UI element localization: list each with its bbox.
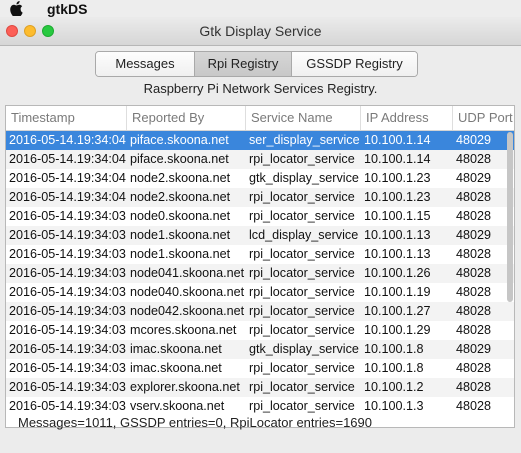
cell-reported-by: node1.skoona.net <box>130 228 231 242</box>
table-row[interactable]: 2016-05-14.19:34:03 node040.skoona.net rpi… <box>6 283 514 302</box>
cell-timestamp: 2016-05-14.19:34:03 <box>9 399 126 413</box>
cell-reported-by: node2.skoona.net <box>130 171 231 185</box>
cell-timestamp: 2016-05-14.19:34:04 <box>9 171 126 185</box>
table-row[interactable]: 2016-05-14.19:34:03 mcores.skoona.net rpi_… <box>6 321 514 340</box>
column-header-timestamp[interactable]: Timestamp <box>6 106 126 130</box>
apple-logo-icon[interactable] <box>9 1 23 16</box>
registry-table: Timestamp Reported By Service Name IP Ad… <box>5 105 515 428</box>
table-row[interactable]: 2016-05-14.19:34:04 node2.skoona.net gtk_d… <box>6 169 514 188</box>
cell-timestamp: 2016-05-14.19:34:03 <box>9 228 126 242</box>
cell-reported-by: imac.skoona.net <box>130 342 222 356</box>
tab-gssdp-registry[interactable]: GSSDP Registry <box>291 52 417 76</box>
cell-ip-address: 10.100.1.13 <box>364 247 431 261</box>
cell-reported-by: node042.skoona.net <box>130 304 245 318</box>
cell-timestamp: 2016-05-14.19:34:04 <box>9 133 126 147</box>
cell-service-name: rpi_locator_service <box>249 399 355 413</box>
cell-ip-address: 10.100.1.14 <box>364 152 431 166</box>
table-header: Timestamp Reported By Service Name IP Ad… <box>6 106 514 131</box>
cell-timestamp: 2016-05-14.19:34:03 <box>9 304 126 318</box>
cell-timestamp: 2016-05-14.19:34:03 <box>9 342 126 356</box>
table-row[interactable]: 2016-05-14.19:34:04 node2.skoona.net rpi_l… <box>6 188 514 207</box>
os-menu-bar: gtkDS <box>0 0 521 17</box>
cell-timestamp: 2016-05-14.19:34:04 <box>9 152 126 166</box>
cell-service-name: gtk_display_service <box>249 342 359 356</box>
cell-timestamp: 2016-05-14.19:34:03 <box>9 266 126 280</box>
cell-reported-by: piface.skoona.net <box>130 152 229 166</box>
cell-service-name: rpi_locator_service <box>249 152 355 166</box>
cell-reported-by: node2.skoona.net <box>130 190 231 204</box>
cell-timestamp: 2016-05-14.19:34:03 <box>9 323 126 337</box>
table-row[interactable]: 2016-05-14.19:34:03 node042.skoona.net rpi… <box>6 302 514 321</box>
app-name-menu[interactable]: gtkDS <box>47 1 87 17</box>
view-tabs: Messages Rpi Registry GSSDP Registry <box>95 51 418 77</box>
cell-ip-address: 10.100.1.13 <box>364 228 431 242</box>
cell-reported-by: node041.skoona.net <box>130 266 245 280</box>
cell-service-name: rpi_locator_service <box>249 247 355 261</box>
cell-reported-by: imac.skoona.net <box>130 361 222 375</box>
cell-timestamp: 2016-05-14.19:34:03 <box>9 209 126 223</box>
cell-reported-by: vserv.skoona.net <box>130 399 225 413</box>
cell-ip-address: 10.100.1.27 <box>364 304 431 318</box>
cell-timestamp: 2016-05-14.19:34:03 <box>9 285 126 299</box>
cell-ip-address: 10.100.1.19 <box>364 285 431 299</box>
cell-timestamp: 2016-05-14.19:34:03 <box>9 380 126 394</box>
cell-reported-by: node1.skoona.net <box>130 247 231 261</box>
vertical-scrollbar[interactable] <box>506 106 514 427</box>
cell-ip-address: 10.100.1.2 <box>364 380 424 394</box>
cell-ip-address: 10.100.1.23 <box>364 171 431 185</box>
table-row[interactable]: 2016-05-14.19:34:04 piface.skoona.net rpi_… <box>6 150 514 169</box>
column-header-service-name[interactable]: Service Name <box>245 106 360 130</box>
cell-ip-address: 10.100.1.8 <box>364 342 424 356</box>
cell-reported-by: explorer.skoona.net <box>130 380 240 394</box>
cell-service-name: rpi_locator_service <box>249 285 355 299</box>
cell-service-name: ser_display_service <box>249 133 360 147</box>
cell-ip-address: 10.100.1.14 <box>364 133 431 147</box>
cell-reported-by: node040.skoona.net <box>130 285 245 299</box>
window-titlebar[interactable]: Gtk Display Service <box>0 17 521 46</box>
cell-timestamp: 2016-05-14.19:34:03 <box>9 361 126 375</box>
cell-service-name: rpi_locator_service <box>249 323 355 337</box>
cell-reported-by: piface.skoona.net <box>130 133 229 147</box>
cell-service-name: lcd_display_service <box>249 228 359 242</box>
table-row[interactable]: 2016-05-14.19:34:03 explorer.skoona.net rp… <box>6 378 514 397</box>
column-header-reported-by[interactable]: Reported By <box>126 106 245 130</box>
cell-service-name: gtk_display_service <box>249 171 359 185</box>
cell-timestamp: 2016-05-14.19:34:03 <box>9 247 126 261</box>
table-row[interactable]: 2016-05-14.19:34:03 imac.skoona.net rpi_lo… <box>6 359 514 378</box>
table-row[interactable]: 2016-05-14.19:34:03 vserv.skoona.net rpi_l… <box>6 397 514 416</box>
tab-messages[interactable]: Messages <box>96 52 194 76</box>
tab-rpi-registry[interactable]: Rpi Registry <box>194 52 291 76</box>
cell-timestamp: 2016-05-14.19:34:04 <box>9 190 126 204</box>
cell-service-name: rpi_locator_service <box>249 190 355 204</box>
table-row[interactable]: 2016-05-14.19:34:03 imac.skoona.net gtk_di… <box>6 340 514 359</box>
window-title: Gtk Display Service <box>199 23 322 39</box>
cell-ip-address: 10.100.1.15 <box>364 209 431 223</box>
page-subtitle: Raspberry Pi Network Services Registry. <box>143 81 378 96</box>
cell-ip-address: 10.100.1.26 <box>364 266 431 280</box>
table-row[interactable]: 2016-05-14.19:34:03 node041.skoona.net rpi… <box>6 264 514 283</box>
column-header-ip-address[interactable]: IP Address <box>360 106 452 130</box>
cell-service-name: rpi_locator_service <box>249 380 355 394</box>
table-row[interactable]: 2016-05-14.19:34:03 node1.skoona.net lcd_d… <box>6 226 514 245</box>
status-bar-text: Messages=1011, GSSDP entries=0, RpiLocat… <box>18 415 372 430</box>
scrollbar-thumb[interactable] <box>507 132 513 302</box>
cell-service-name: rpi_locator_service <box>249 361 355 375</box>
cell-ip-address: 10.100.1.29 <box>364 323 431 337</box>
cell-service-name: rpi_locator_service <box>249 266 355 280</box>
cell-ip-address: 10.100.1.8 <box>364 361 424 375</box>
cell-ip-address: 10.100.1.3 <box>364 399 424 413</box>
main-window: Gtk Display Service Messages Rpi Registr… <box>0 17 521 453</box>
table-row[interactable]: 2016-05-14.19:34:03 node0.skoona.net rpi_l… <box>6 207 514 226</box>
table-row[interactable]: 2016-05-14.19:34:04 piface.skoona.net ser_… <box>6 131 514 150</box>
cell-service-name: rpi_locator_service <box>249 209 355 223</box>
cell-ip-address: 10.100.1.23 <box>364 190 431 204</box>
cell-reported-by: node0.skoona.net <box>130 209 231 223</box>
table-row[interactable]: 2016-05-14.19:34:03 node1.skoona.net rpi_l… <box>6 245 514 264</box>
cell-reported-by: mcores.skoona.net <box>130 323 237 337</box>
cell-service-name: rpi_locator_service <box>249 304 355 318</box>
table-body: 2016-05-14.19:34:04 piface.skoona.net ser_… <box>6 131 514 416</box>
